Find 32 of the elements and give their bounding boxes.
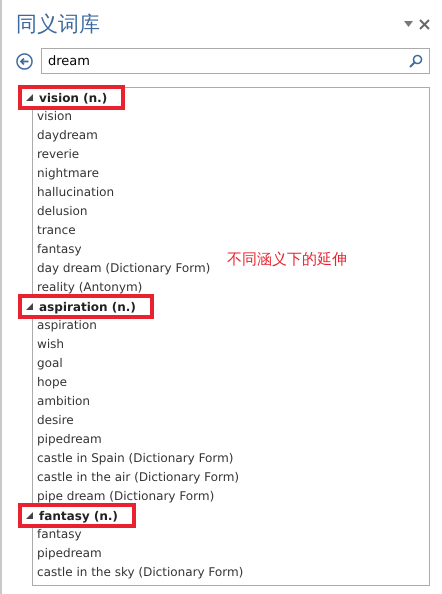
synonym-item[interactable]: day dream (Dictionary Form) — [37, 259, 210, 278]
sense-heading[interactable]: aspiration (n.) — [18, 294, 154, 319]
synonym-item[interactable]: wish — [37, 335, 64, 354]
synonym-item[interactable]: goal — [37, 354, 63, 373]
synonym-item[interactable]: castle in the air (Dictionary Form) — [37, 468, 240, 487]
synonym-item[interactable]: desire — [37, 411, 74, 430]
synonym-item[interactable]: reality (Antonym) — [37, 278, 142, 297]
synonym-item[interactable]: ambition — [37, 392, 90, 411]
synonym-item[interactable]: daydream — [37, 126, 98, 145]
heading-text: vision (n.) — [39, 90, 108, 104]
synonym-item[interactable]: pipedream — [37, 430, 102, 449]
sense-heading[interactable]: vision (n.) — [18, 85, 126, 110]
synonym-item[interactable]: reverie — [37, 145, 80, 164]
sense-heading[interactable]: fantasy (n.) — [18, 503, 136, 528]
synonym-item[interactable]: aspiration — [37, 316, 97, 335]
synonym-item[interactable]: pipe dream (Dictionary Form) — [37, 487, 214, 506]
synonym-item[interactable]: fantasy — [37, 525, 82, 544]
synonym-item[interactable]: nightmare — [37, 164, 99, 183]
synonym-item[interactable]: trance — [37, 221, 76, 240]
annotation-text: 不同涵义下的延伸 — [227, 250, 347, 269]
synonym-item[interactable]: castle in the sky (Dictionary Form) — [37, 563, 244, 582]
pane-title: 同义词库 — [16, 11, 100, 38]
synonym-item[interactable]: hope — [37, 373, 67, 392]
heading-text: fantasy (n.) — [39, 508, 118, 522]
heading-text: aspiration (n.) — [39, 300, 136, 314]
synonym-item[interactable]: pipedream — [37, 544, 102, 563]
synonym-item[interactable]: vision — [37, 107, 72, 126]
synonym-item[interactable]: fantasy — [37, 240, 82, 259]
search-field[interactable]: dream — [41, 48, 430, 74]
synonym-item[interactable]: castle in Spain (Dictionary Form) — [37, 449, 234, 468]
synonym-item[interactable]: hallucination — [37, 183, 114, 202]
synonym-item[interactable]: delusion — [37, 202, 88, 221]
